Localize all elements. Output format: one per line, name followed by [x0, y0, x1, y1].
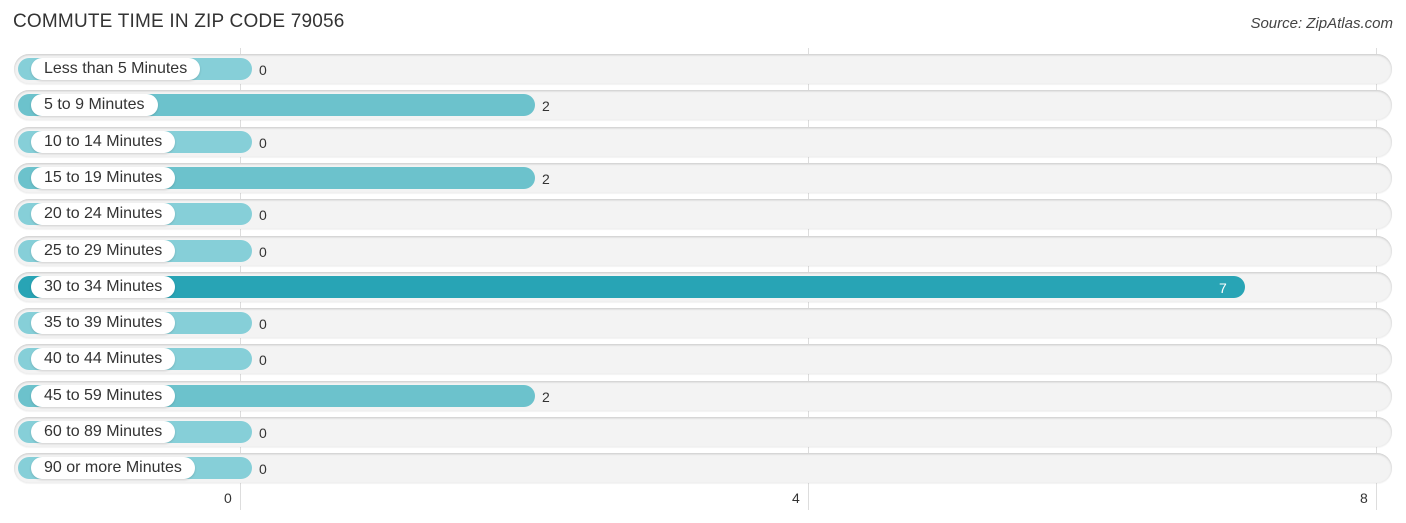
category-label: 10 to 14 Minutes — [31, 130, 176, 153]
value-label: 2 — [542, 98, 550, 115]
category-label: 30 to 34 Minutes — [31, 275, 176, 298]
category-label: 20 to 24 Minutes — [31, 203, 176, 226]
value-label: 0 — [259, 316, 267, 333]
value-label: 0 — [259, 425, 267, 441]
commute-time-chart: COMMUTE TIME IN ZIP CODE 79056 Source: Z… — [0, 0, 1406, 523]
value-label: 0 — [259, 461, 267, 478]
value-label: 2 — [542, 170, 550, 187]
value-label: 0 — [259, 207, 267, 224]
value-label: 2 — [542, 388, 550, 405]
category-label: 90 or more Minutes — [31, 457, 195, 480]
bar[interactable] — [18, 275, 1245, 298]
category-label: 15 to 19 Minutes — [31, 166, 176, 189]
category-label: 25 to 29 Minutes — [31, 239, 176, 262]
category-label: 60 to 89 Minutes — [31, 421, 176, 443]
value-label: 0 — [259, 62, 267, 78]
value-label: 0 — [259, 243, 267, 260]
category-label: Less than 5 Minutes — [31, 58, 201, 80]
x-tick-label: 8 — [1360, 490, 1368, 506]
category-label: 5 to 9 Minutes — [31, 94, 158, 117]
source-label: Source: ZipAtlas.com — [1250, 15, 1393, 32]
x-tick-label: 0 — [224, 490, 232, 506]
value-label: 0 — [259, 352, 267, 369]
value-label: 0 — [259, 134, 267, 151]
category-label: 35 to 39 Minutes — [31, 312, 176, 335]
category-label: 40 to 44 Minutes — [31, 348, 176, 371]
category-label: 45 to 59 Minutes — [31, 384, 176, 407]
chart-title: COMMUTE TIME IN ZIP CODE 79056 — [13, 11, 345, 32]
value-label: 7 — [1219, 279, 1227, 296]
x-tick-label: 4 — [792, 490, 800, 506]
